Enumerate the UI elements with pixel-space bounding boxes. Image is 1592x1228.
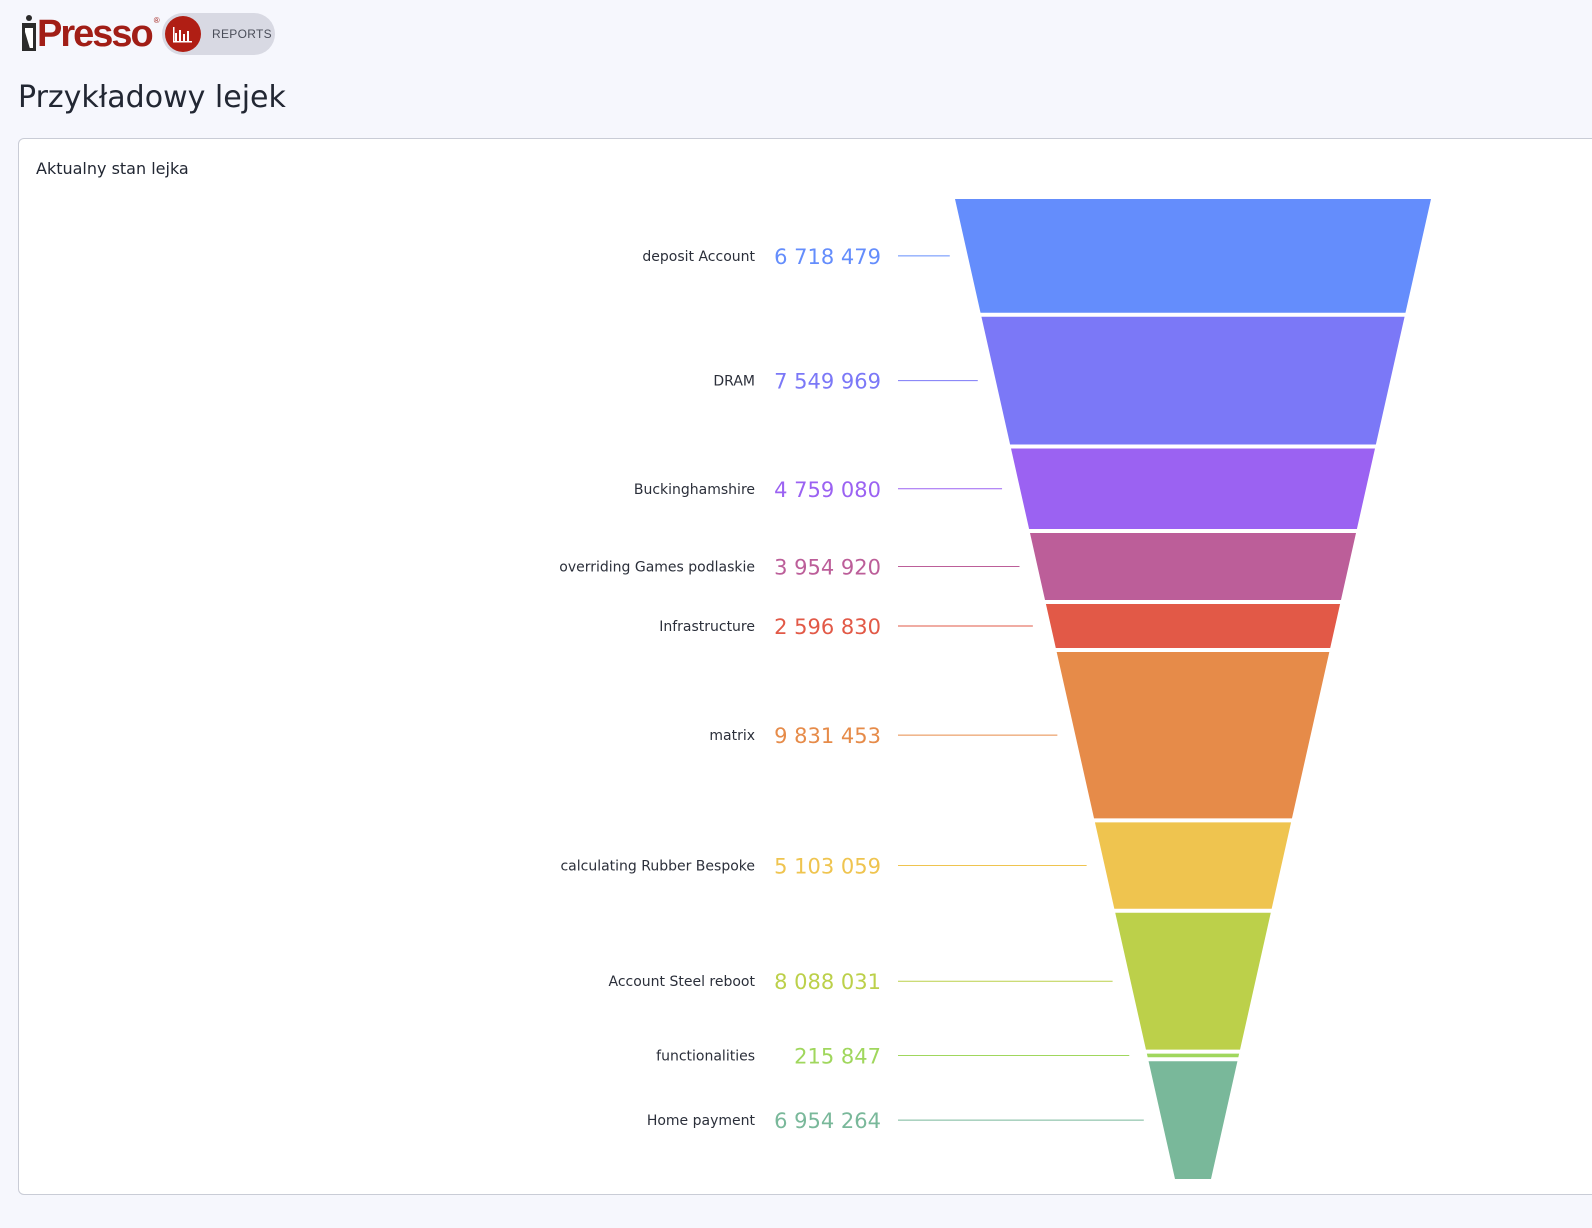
funnel-stage-value: 6 718 479 [774, 245, 881, 269]
funnel-stage-value: 3 954 920 [774, 556, 881, 580]
funnel-stage-value: 4 759 080 [774, 478, 881, 502]
ipresso-logo[interactable]: Presso ® [22, 6, 160, 56]
page-title: Przykładowy lejek [18, 80, 286, 115]
funnel-stage-value: 9 831 453 [774, 724, 881, 748]
funnel-stage-value: 8 088 031 [774, 970, 881, 994]
funnel-stage-label: Infrastructure [659, 619, 755, 635]
funnel-segment[interactable] [1011, 448, 1375, 530]
funnel-segment[interactable] [1045, 604, 1341, 648]
funnel-segment[interactable] [1115, 912, 1271, 1050]
funnel-stage-label: Buckinghamshire [634, 482, 755, 498]
funnel-stage-value: 6 954 264 [774, 1109, 881, 1133]
funnel-segment[interactable] [1146, 1053, 1240, 1058]
funnel-stage-value: 2 596 830 [774, 615, 881, 639]
bar-chart-icon [165, 16, 201, 52]
funnel-stage-value: 7 549 969 [774, 370, 881, 394]
funnel-segment[interactable] [955, 199, 1431, 313]
funnel-stage-label: Home payment [647, 1113, 756, 1129]
funnel-segment[interactable] [1148, 1061, 1238, 1179]
funnel-stage-label: calculating Rubber Bespoke [560, 859, 755, 875]
funnel-stage-value: 5 103 059 [774, 855, 881, 879]
funnel-stage-value: 215 847 [794, 1044, 881, 1068]
funnel-stage-label: functionalities [656, 1048, 755, 1064]
top-bar: Presso ® REPORTS [0, 0, 1592, 70]
funnel-stage-label: deposit Account [642, 249, 755, 265]
logo-text: Presso [37, 13, 154, 55]
funnel-stage-label: overriding Games podlaskie [559, 560, 755, 576]
reports-button[interactable]: REPORTS [162, 13, 275, 55]
funnel-segment[interactable] [1029, 533, 1357, 601]
reports-label: REPORTS [212, 27, 272, 41]
funnel-segment[interactable] [981, 316, 1405, 445]
funnel-stage-label: DRAM [713, 374, 755, 390]
funnel-stage-label: matrix [709, 728, 755, 744]
funnel-chart: 6 718 479 deposit Account 7 549 969 DRAM 4 7… [559, 199, 1431, 1179]
funnel-card: Aktualny stan lejka 6 718 479 deposit Acc… [18, 138, 1592, 1195]
logo-i-mark [22, 15, 36, 51]
registered-mark: ® [153, 16, 160, 25]
funnel-segment[interactable] [1056, 651, 1330, 819]
funnel-segment[interactable] [1094, 822, 1292, 909]
funnel-stage-label: Account Steel reboot [609, 974, 756, 990]
